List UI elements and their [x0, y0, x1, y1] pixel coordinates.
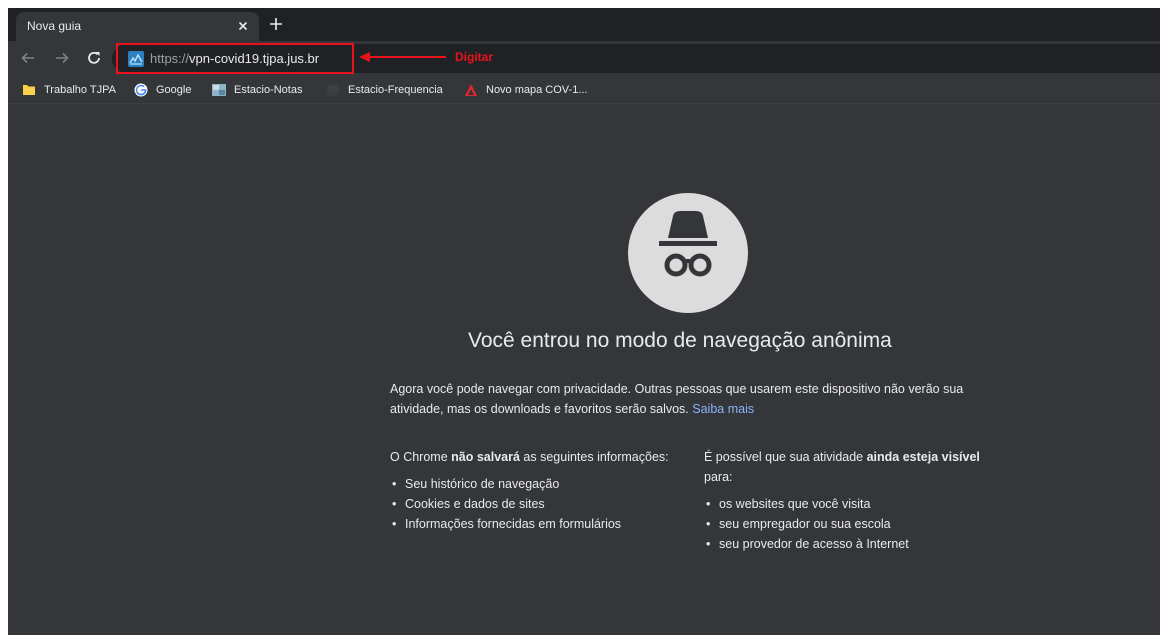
not-saved-list: Seu histórico de navegação Cookies e dad… — [390, 474, 680, 534]
description-text: Agora você pode navegar com privacidade.… — [390, 382, 964, 416]
toolbar: https://vpn-covid19.tjpa.jus.br Digitar — [8, 41, 1160, 76]
google-icon — [134, 83, 148, 97]
still-visible-heading: É possível que sua atividade ainda estej… — [704, 447, 994, 487]
heading-emphasis: não salvará — [451, 450, 520, 464]
tab-strip: Nova guia — [8, 8, 1160, 41]
incognito-icon — [628, 193, 748, 313]
folder-icon — [23, 85, 35, 95]
globe-icon — [327, 84, 339, 96]
forward-arrow-icon[interactable] — [52, 48, 72, 68]
annotation-arrow-icon — [359, 52, 446, 62]
bookmark-google[interactable]: Google — [134, 81, 191, 99]
list-item: os websites que você visita — [704, 494, 994, 514]
bookmarks-bar: Trabalho TJPA Google Estacio-Notas Estac… — [8, 76, 1160, 104]
heading-text: para: — [704, 470, 733, 484]
annotation-highlight-box — [116, 43, 354, 74]
new-tab-plus-icon[interactable] — [268, 16, 284, 32]
not-saved-column: O Chrome não salvará as seguintes inform… — [390, 447, 680, 534]
bookmark-label: Estacio-Notas — [234, 84, 303, 96]
heading-text: É possível que sua atividade — [704, 450, 867, 464]
list-item: Informações fornecidas em formulários — [390, 514, 680, 534]
list-item: Seu histórico de navegação — [390, 474, 680, 494]
bookmark-novo-mapa[interactable]: Novo mapa COV-1... — [464, 81, 588, 99]
heading-text: as seguintes informações: — [519, 450, 669, 464]
still-visible-list: os websites que você visita seu empregad… — [704, 494, 994, 554]
annotation-label: Digitar — [455, 50, 494, 64]
site-thumbnail-icon — [212, 84, 226, 96]
incognito-description: Agora você pode navegar com privacidade.… — [390, 379, 990, 419]
tab-title: Nova guia — [27, 19, 82, 33]
incognito-headline: Você entrou no modo de navegação anônima — [468, 329, 892, 352]
bookmark-label: Trabalho TJPA — [44, 84, 116, 96]
back-arrow-icon[interactable] — [18, 48, 38, 68]
incognito-new-tab-page: Você entrou no modo de navegação anônima… — [8, 104, 1160, 635]
close-icon[interactable] — [235, 18, 251, 34]
arcgis-icon — [465, 84, 477, 96]
list-item: Cookies e dados de sites — [390, 494, 680, 514]
heading-emphasis: ainda esteja visível — [866, 450, 980, 464]
bookmark-label: Novo mapa COV-1... — [486, 84, 588, 96]
bookmark-label: Estacio-Frequencia — [348, 84, 443, 96]
heading-text: O Chrome — [390, 450, 452, 464]
still-visible-column: É possível que sua atividade ainda estej… — [704, 447, 994, 554]
reload-icon[interactable] — [84, 48, 104, 68]
bookmark-label: Google — [156, 84, 192, 96]
browser-window: Nova guia https://vpn-covid19.tjpa.jus.b… — [8, 8, 1160, 635]
list-item: seu provedor de acesso à Internet — [704, 534, 994, 554]
not-saved-heading: O Chrome não salvará as seguintes inform… — [390, 447, 680, 467]
bookmark-trabalho-tjpa[interactable]: Trabalho TJPA — [22, 81, 116, 99]
incognito-hat-glasses-icon — [659, 211, 717, 277]
tab-nova-guia[interactable]: Nova guia — [16, 12, 259, 41]
bookmark-estacio-frequencia[interactable]: Estacio-Frequencia — [326, 81, 443, 99]
learn-more-link[interactable]: Saiba mais — [692, 402, 754, 416]
bookmark-estacio-notas[interactable]: Estacio-Notas — [212, 81, 302, 99]
list-item: seu empregador ou sua escola — [704, 514, 994, 534]
